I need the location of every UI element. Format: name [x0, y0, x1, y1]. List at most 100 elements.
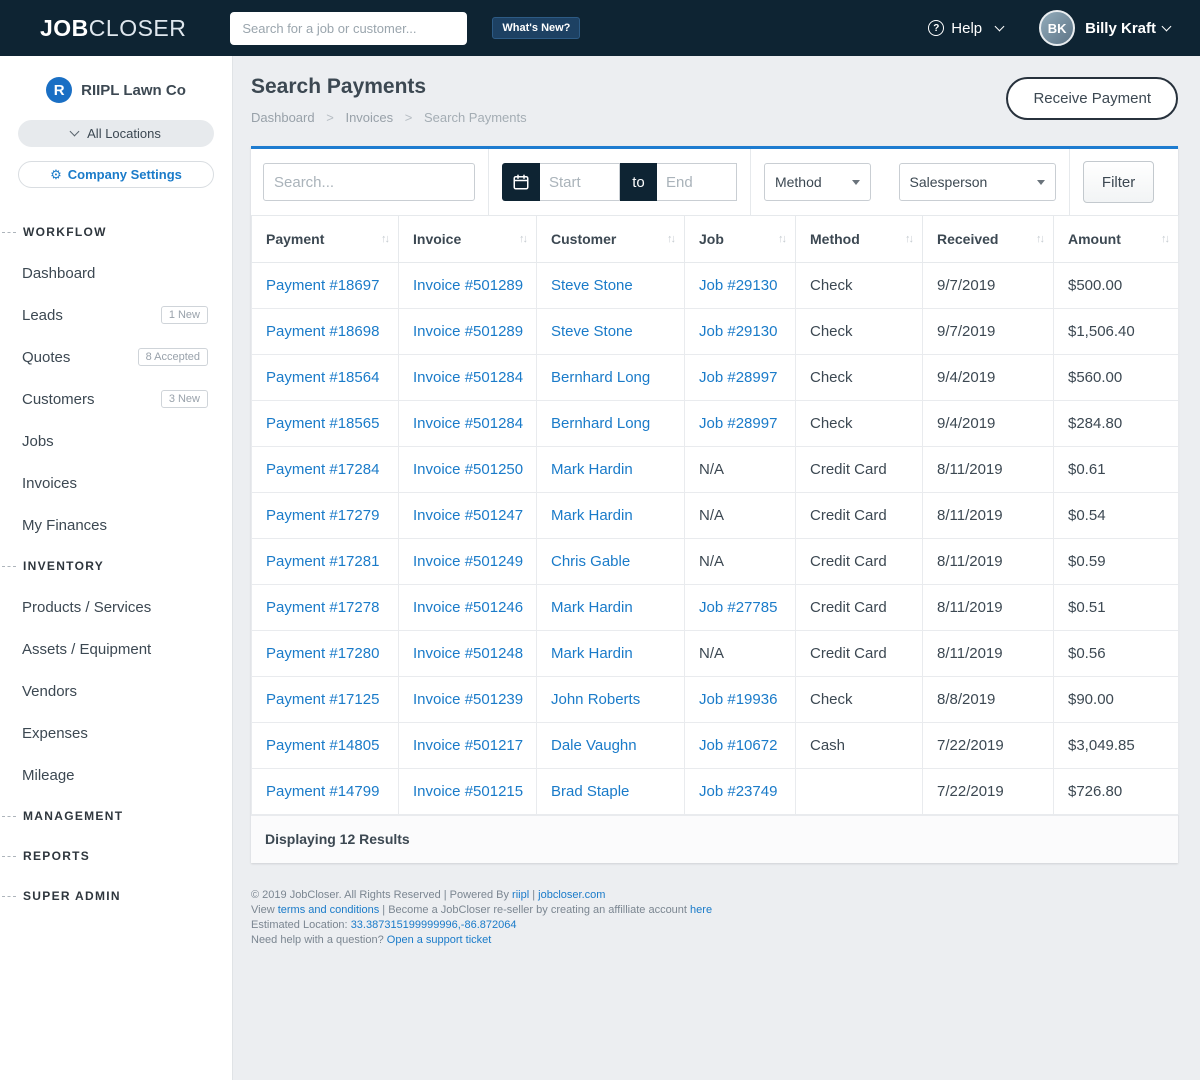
user-name[interactable]: Billy Kraft	[1085, 20, 1156, 37]
payment-link[interactable]: Payment #18698	[266, 323, 379, 340]
column-header-payment[interactable]: Payment↑↓	[252, 216, 399, 263]
customer-link[interactable]: John Roberts	[551, 691, 640, 708]
customer-link[interactable]: Mark Hardin	[551, 599, 633, 616]
receive-payment-button[interactable]: Receive Payment	[1006, 77, 1178, 120]
column-header-received[interactable]: Received↑↓	[923, 216, 1054, 263]
invoice-link[interactable]: Invoice #501284	[413, 369, 523, 386]
customer-link[interactable]: Chris Gable	[551, 553, 630, 570]
help-menu[interactable]: ? Help	[928, 20, 1003, 37]
payment-link[interactable]: Payment #17125	[266, 691, 379, 708]
column-header-method[interactable]: Method↑↓	[796, 216, 923, 263]
job-cell[interactable]: Job #28997	[699, 369, 777, 386]
invoice-link[interactable]: Invoice #501249	[413, 553, 523, 570]
customer-link[interactable]: Mark Hardin	[551, 461, 633, 478]
job-cell[interactable]: N/A	[699, 507, 724, 524]
chevron-down-icon[interactable]	[1162, 21, 1172, 31]
company-settings-button[interactable]: ⚙ Company Settings	[18, 161, 214, 188]
payment-link[interactable]: Payment #18564	[266, 369, 379, 386]
whats-new-button[interactable]: What's New?	[492, 17, 580, 39]
end-date-input[interactable]	[657, 163, 737, 201]
terms-link[interactable]: terms and conditions	[278, 904, 380, 916]
payment-link[interactable]: Payment #17279	[266, 507, 379, 524]
breadcrumb-invoices[interactable]: Invoices	[345, 110, 393, 125]
job-cell[interactable]: N/A	[699, 645, 724, 662]
job-cell[interactable]: Job #29130	[699, 323, 777, 340]
customer-link[interactable]: Steve Stone	[551, 323, 633, 340]
job-cell[interactable]: Job #23749	[699, 783, 777, 800]
affiliate-here-link[interactable]: here	[690, 904, 712, 916]
sidebar-item[interactable]: Dashboard	[0, 252, 232, 294]
table-search-input[interactable]	[263, 163, 475, 201]
customer-link[interactable]: Mark Hardin	[551, 645, 633, 662]
payment-link[interactable]: Payment #18697	[266, 277, 379, 294]
payment-link[interactable]: Payment #17284	[266, 461, 379, 478]
section-title-super-admin[interactable]: SUPER ADMIN	[0, 876, 232, 916]
customer-link[interactable]: Bernhard Long	[551, 369, 650, 386]
customer-link[interactable]: Dale Vaughn	[551, 737, 637, 754]
avatar[interactable]: BK	[1039, 10, 1075, 46]
customer-link[interactable]: Mark Hardin	[551, 507, 633, 524]
job-cell[interactable]: N/A	[699, 553, 724, 570]
job-cell[interactable]: Job #27785	[699, 599, 777, 616]
column-header-invoice[interactable]: Invoice↑↓	[399, 216, 537, 263]
invoice-link[interactable]: Invoice #501289	[413, 277, 523, 294]
invoice-link[interactable]: Invoice #501247	[413, 507, 523, 524]
sidebar-item[interactable]: Expenses	[0, 712, 232, 754]
jobcloser-site-link[interactable]: jobcloser.com	[538, 889, 605, 901]
invoice-link[interactable]: Invoice #501284	[413, 415, 523, 432]
payment-link[interactable]: Payment #17280	[266, 645, 379, 662]
invoice-link[interactable]: Invoice #501215	[413, 783, 523, 800]
payment-link[interactable]: Payment #17278	[266, 599, 379, 616]
invoice-link[interactable]: Invoice #501250	[413, 461, 523, 478]
payment-link[interactable]: Payment #14799	[266, 783, 379, 800]
section-title-inventory[interactable]: INVENTORY	[0, 546, 232, 586]
sidebar-item[interactable]: Products / Services	[0, 586, 232, 628]
riipl-link[interactable]: riipl	[512, 889, 529, 901]
job-cell[interactable]: Job #19936	[699, 691, 777, 708]
section-title-workflow[interactable]: WORKFLOW	[0, 212, 232, 252]
location-link[interactable]: 33.387315199999996,-86.872064	[351, 919, 517, 931]
job-cell[interactable]: Job #29130	[699, 277, 777, 294]
sidebar-item[interactable]: Assets / Equipment	[0, 628, 232, 670]
invoice-link[interactable]: Invoice #501248	[413, 645, 523, 662]
column-header-amount[interactable]: Amount↑↓	[1054, 216, 1179, 263]
payment-link[interactable]: Payment #17281	[266, 553, 379, 570]
filter-button[interactable]: Filter	[1083, 161, 1154, 203]
support-ticket-link[interactable]: Open a support ticket	[387, 934, 492, 946]
breadcrumb-dashboard[interactable]: Dashboard	[251, 110, 315, 125]
calendar-button[interactable]	[502, 163, 540, 201]
customer-link[interactable]: Bernhard Long	[551, 415, 650, 432]
customer-link[interactable]: Steve Stone	[551, 277, 633, 294]
footer-line-copyright: © 2019 JobCloser. All Rights Reserved | …	[251, 888, 1178, 903]
sidebar-item[interactable]: Mileage	[0, 754, 232, 796]
column-header-job[interactable]: Job↑↓	[685, 216, 796, 263]
invoice-link[interactable]: Invoice #501217	[413, 737, 523, 754]
salesperson-select[interactable]: Salesperson	[899, 163, 1057, 201]
locations-selector[interactable]: All Locations	[18, 120, 214, 147]
company-row[interactable]: R RIIPL Lawn Co	[0, 72, 232, 108]
start-date-input[interactable]	[540, 163, 620, 201]
job-cell[interactable]: Job #10672	[699, 737, 777, 754]
global-search-input[interactable]	[230, 12, 467, 45]
sidebar-item[interactable]: Jobs	[0, 420, 232, 462]
sidebar-item[interactable]: Quotes 8 Accepted	[0, 336, 232, 378]
section-title-reports[interactable]: REPORTS	[0, 836, 232, 876]
sidebar-item[interactable]: Invoices	[0, 462, 232, 504]
job-cell[interactable]: N/A	[699, 461, 724, 478]
method-select[interactable]: Method	[764, 163, 871, 201]
column-header-customer[interactable]: Customer↑↓	[537, 216, 685, 263]
section-title-management[interactable]: MANAGEMENT	[0, 796, 232, 836]
invoice-link[interactable]: Invoice #501246	[413, 599, 523, 616]
sidebar-item[interactable]: Leads 1 New	[0, 294, 232, 336]
customer-link[interactable]: Brad Staple	[551, 783, 629, 800]
invoice-link[interactable]: Invoice #501289	[413, 323, 523, 340]
sidebar-item[interactable]: My Finances	[0, 504, 232, 546]
payment-link[interactable]: Payment #18565	[266, 415, 379, 432]
invoice-link[interactable]: Invoice #501239	[413, 691, 523, 708]
payment-link[interactable]: Payment #14805	[266, 737, 379, 754]
sidebar-menu: WORKFLOW Dashboard Leads 1 New Quote	[0, 212, 232, 916]
job-cell[interactable]: Job #28997	[699, 415, 777, 432]
sidebar-item[interactable]: Vendors	[0, 670, 232, 712]
sidebar-item[interactable]: Customers 3 New	[0, 378, 232, 420]
app-logo[interactable]: JOBCLOSER	[40, 15, 186, 42]
